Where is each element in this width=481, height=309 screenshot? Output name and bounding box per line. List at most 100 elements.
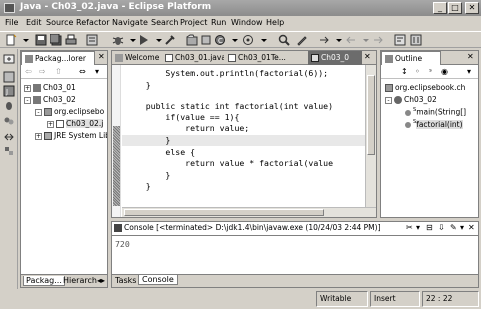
expander-icon[interactable]: + [35, 132, 42, 140]
dropdown-arrow-icon[interactable]: ▾ [416, 223, 420, 232]
menu-file[interactable]: File [5, 18, 18, 27]
tab-ch03-02-java[interactable]: Ch03_0 [308, 51, 362, 65]
pencil-icon[interactable] [296, 34, 308, 46]
java-perspective-icon[interactable]: J [3, 85, 15, 97]
clear-console-icon[interactable]: ⊟ [426, 223, 433, 232]
bottom-tab-console[interactable]: Console [138, 275, 178, 285]
forward-arrow-icon[interactable]: ⇨ [39, 67, 46, 76]
tab-welcome[interactable]: Welcome [112, 51, 161, 65]
dropdown-arrow-icon[interactable] [20, 34, 32, 46]
tree-item-ch03-01[interactable]: + Ch03_01 [24, 83, 76, 92]
sort-icon[interactable]: ↕ [401, 67, 408, 76]
menu-refactor[interactable]: Refactor [76, 18, 110, 27]
outline-tab[interactable]: Outline [381, 51, 441, 65]
plugin-perspective-icon[interactable] [3, 145, 15, 157]
close-icon[interactable]: ✕ [364, 52, 371, 61]
code-line[interactable]: System.out.println(factorial(6)); [126, 68, 328, 78]
code-line[interactable]: if(value == 1){ [126, 112, 239, 122]
expander-icon[interactable]: + [47, 120, 54, 128]
code-line[interactable]: } [126, 170, 170, 180]
back-arrow-icon[interactable] [345, 34, 357, 46]
editor-vertical-scrollbar[interactable] [365, 65, 376, 207]
close-icon[interactable]: ✕ [467, 52, 474, 61]
open-perspective-icon[interactable] [3, 53, 15, 65]
resource-perspective-icon[interactable] [3, 71, 15, 83]
outline-item-factorial[interactable]: Sfactorial(int) [405, 119, 478, 129]
dropdown-arrow-icon[interactable] [333, 34, 345, 46]
external-tools-icon[interactable] [164, 34, 176, 46]
tab-ch03-01test[interactable]: Ch03_01Te... [225, 51, 307, 65]
debug-icon[interactable] [112, 34, 124, 46]
print-icon[interactable] [65, 34, 77, 46]
code-line[interactable]: } [126, 80, 151, 90]
bottom-tab-tasks[interactable]: Tasks [115, 276, 136, 285]
bottom-tab-package[interactable]: Packag... [23, 276, 65, 286]
debug-perspective-icon[interactable] [410, 34, 422, 46]
expander-icon[interactable]: - [385, 96, 392, 104]
tab-scroll-arrow-icon[interactable]: ◂▸ [97, 276, 105, 285]
debug-perspective-icon[interactable] [3, 99, 15, 111]
scrollbar-thumb[interactable] [124, 209, 324, 216]
menu-dropdown-icon[interactable]: ▾ [467, 67, 471, 76]
tree-item-ch03-02[interactable]: - Ch03_02 [24, 95, 76, 104]
outline-item-main[interactable]: Smain(String[] [405, 107, 478, 117]
tab-ch03-01-java[interactable]: Ch03_01.java [162, 51, 224, 65]
menu-help[interactable]: Help [266, 18, 284, 27]
code-line[interactable]: return value * factorial(value [126, 158, 333, 168]
menu-source[interactable]: Source [46, 18, 73, 27]
hide-nonpublic-icon[interactable]: ◉ [441, 67, 448, 76]
editor-horizontal-scrollbar[interactable] [122, 207, 376, 217]
new-class-icon[interactable]: C [214, 34, 226, 46]
open-type-icon[interactable] [86, 34, 98, 46]
dropdown-arrow-icon[interactable] [360, 34, 372, 46]
menu-edit[interactable]: Edit [26, 18, 42, 27]
collapse-all-icon[interactable]: ⇔ [79, 67, 86, 76]
menu-project[interactable]: Project [180, 18, 207, 27]
terminate-icon[interactable]: ✂ [406, 223, 413, 232]
open-perspective-icon[interactable] [242, 34, 254, 46]
forward-arrow-icon[interactable] [372, 34, 384, 46]
scroll-lock-icon[interactable]: ⇩ [438, 223, 445, 232]
new-icon[interactable] [5, 34, 17, 46]
menu-window[interactable]: Window [231, 18, 263, 27]
save-icon[interactable] [35, 34, 47, 46]
cvs-perspective-icon[interactable] [3, 131, 15, 143]
package-explorer-tab[interactable]: Packag...lorer [21, 51, 95, 65]
code-line[interactable]: } [126, 135, 170, 145]
scrollbar-thumb[interactable] [367, 75, 375, 155]
expander-icon[interactable]: + [24, 84, 31, 92]
hide-fields-icon[interactable]: ◦ [415, 67, 420, 76]
team-perspective-icon[interactable] [3, 115, 15, 127]
new-java-project-icon[interactable] [186, 34, 198, 46]
menu-search[interactable]: Search [151, 18, 178, 27]
up-arrow-icon[interactable]: ⇧ [55, 67, 62, 76]
menu-run[interactable]: Run [211, 18, 226, 27]
new-package-icon[interactable] [200, 34, 212, 46]
minimize-button[interactable]: _ [433, 2, 447, 14]
tree-item-ch03-02-java[interactable]: + Ch03_02.j [47, 119, 107, 128]
tree-item-package[interactable]: - org.eclipsebo [35, 107, 107, 116]
outline-item-package[interactable]: org.eclipsebook.ch [385, 83, 478, 92]
dropdown-arrow-icon[interactable] [229, 34, 241, 46]
save-all-icon[interactable] [49, 33, 62, 46]
code-line[interactable]: public static int factorial(int value) [126, 101, 333, 111]
back-arrow-icon[interactable]: ⇦ [25, 67, 32, 76]
menu-navigate[interactable]: Navigate [112, 18, 148, 27]
close-icon[interactable]: ✕ [468, 223, 475, 232]
code-line[interactable]: else { [126, 147, 195, 157]
maximize-button[interactable]: □ [448, 2, 462, 14]
console-output[interactable]: 720 [115, 239, 130, 249]
bottom-tab-hierarchy[interactable]: Hierarch [63, 276, 97, 285]
expander-icon[interactable]: - [24, 96, 31, 104]
outline-item-class[interactable]: - Ch03_02 [385, 95, 437, 104]
hide-static-icon[interactable]: ˢ [429, 67, 432, 76]
code-line[interactable]: return value; [126, 123, 249, 133]
pin-icon[interactable]: ✎ [450, 223, 457, 232]
next-annotation-icon[interactable] [318, 34, 330, 46]
menu-dropdown-icon[interactable]: ▾ [460, 223, 464, 232]
run-icon[interactable] [138, 34, 150, 46]
expander-icon[interactable]: - [35, 108, 42, 116]
code-line[interactable]: } [126, 181, 151, 191]
close-icon[interactable]: ✕ [98, 52, 105, 61]
dropdown-arrow-icon[interactable] [258, 34, 270, 46]
